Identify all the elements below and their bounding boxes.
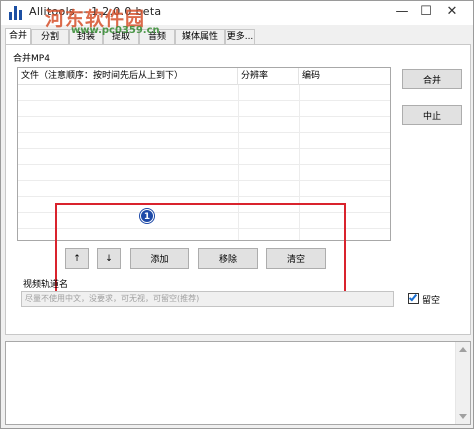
annotation-badge: 1 <box>140 209 154 223</box>
log-output[interactable] <box>5 341 471 425</box>
column-header-codec[interactable]: 编码 <box>299 68 390 85</box>
close-button[interactable]: ✕ <box>429 1 474 25</box>
column-header-file[interactable]: 文件（注意顺序：按时间先后从上到下） <box>18 68 238 85</box>
tab-media-info[interactable]: 媒体属性 <box>175 29 225 44</box>
leave-empty-checkbox[interactable] <box>408 292 419 304</box>
leave-empty-label: 留空 <box>422 296 441 306</box>
annotation-highlight-box <box>55 203 346 303</box>
log-scrollbar[interactable] <box>455 342 470 424</box>
scroll-up-icon[interactable] <box>459 347 467 352</box>
table-row <box>18 117 390 133</box>
checkmark-icon <box>408 292 418 302</box>
table-row <box>18 181 390 197</box>
track-name-input[interactable]: 尽量不使用中文，没要求，可无视，可留空(推荐) <box>21 291 394 307</box>
title-bar: Allitools -- 1.2.0.0 beta 河东软件园 — ☐ ✕ <box>1 1 474 30</box>
table-row <box>18 149 390 165</box>
table-row <box>18 165 390 181</box>
stop-button[interactable]: 中止 <box>402 105 462 125</box>
file-list-header: 文件（注意顺序：按时间先后从上到下） 分辨率 编码 <box>18 68 390 85</box>
merge-group-label: 合并MP4 <box>13 54 50 64</box>
merge-button[interactable]: 合并 <box>402 69 462 89</box>
table-row <box>18 133 390 149</box>
column-header-resolution[interactable]: 分辨率 <box>238 68 299 85</box>
table-row <box>18 101 390 117</box>
table-row <box>18 85 390 101</box>
app-logo-icon <box>9 6 23 20</box>
tab-merge[interactable]: 合并 <box>5 28 31 45</box>
watermark-url: www.pc0359.cn <box>71 25 160 36</box>
app-window: Allitools -- 1.2.0.0 beta 河东软件园 — ☐ ✕ 合并… <box>0 0 474 429</box>
tab-split[interactable]: 分割 <box>31 29 69 44</box>
scroll-down-icon[interactable] <box>459 414 467 419</box>
track-name-label: 视频轨道名 <box>23 280 69 290</box>
tab-more[interactable]: 更多... <box>225 29 255 44</box>
